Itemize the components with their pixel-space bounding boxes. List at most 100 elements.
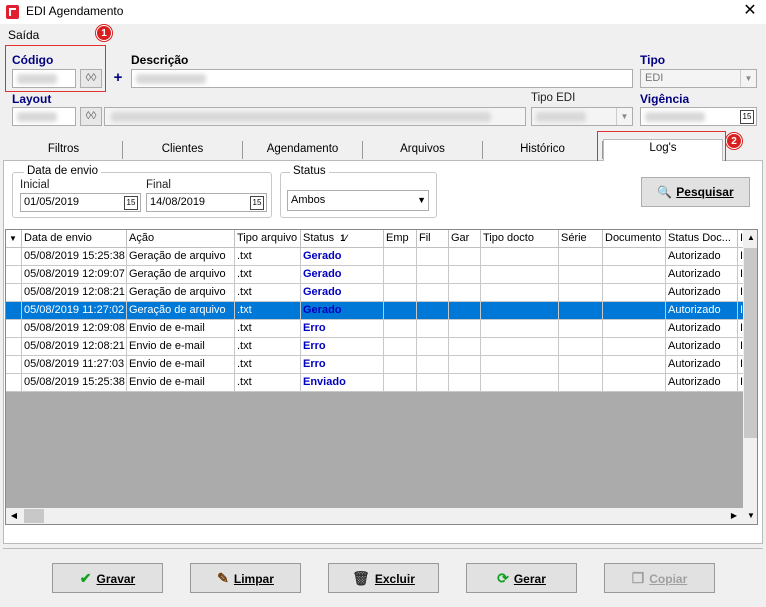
checkmark-icon: ✔ [79,570,92,586]
limpar-button[interactable]: ✎ Limpar [190,563,301,593]
status-select[interactable]: Ambos ▼ [287,190,429,211]
copiar-button[interactable]: ❐ Copiar [604,563,715,593]
cell-serie [559,374,603,392]
final-date-input[interactable]: 14/08/2019 15 [146,193,267,212]
trash-icon: 🗑 [352,570,370,586]
cell-acao: Envio de e-mail [127,338,235,356]
layout-description-field [104,107,526,126]
cell-tipo-docto [481,248,559,266]
column-header-acao[interactable]: Ação [127,230,235,248]
scroll-left-icon[interactable]: ◀ [6,508,22,524]
cell-documento [603,338,666,356]
scroll-thumb[interactable] [744,248,757,438]
cell-gar [449,338,481,356]
gravar-label: Gravar [96,572,136,586]
final-date-value: 14/08/2019 [150,196,206,208]
cell-acao: Geração de arquivo [127,302,235,320]
hscroll-thumb[interactable] [24,509,44,523]
cell-tipo-arquivo: .txt [235,284,301,302]
gravar-button[interactable]: ✔ Gravar [52,563,163,593]
cell-data-de-envio: 05/08/2019 12:08:21 [22,338,127,356]
log-grid[interactable]: ▼ Data de envio Ação Tipo arquivo Status 1∕ Em… [5,229,758,525]
calendar-icon[interactable]: 15 [124,196,138,210]
menu-item-saida[interactable]: Saída [8,28,39,42]
gerar-button[interactable]: ⟳ Gerar [466,563,577,593]
cell-tipo-arquivo: .txt [235,266,301,284]
codigo-field[interactable] [12,69,76,88]
add-button[interactable]: + [108,69,128,88]
cell-data-de-envio: 05/08/2019 11:27:02 [22,302,127,320]
column-header-emp[interactable]: Emp [384,230,417,248]
window-title: EDI Agendamento [26,4,124,18]
column-header-tipo-docto[interactable]: Tipo docto [481,230,559,248]
tab-historico[interactable]: Histórico [483,141,603,159]
cell-acao: Geração de arquivo [127,248,235,266]
badge-2: 2 [726,133,742,149]
cell-status: Gerado [301,284,384,302]
horizontal-scrollbar[interactable]: ◀ ▶ [6,508,743,524]
row-indicator[interactable] [6,338,22,356]
column-header-tipo-arquivo[interactable]: Tipo arquivo [235,230,301,248]
cell-acao: Geração de arquivo [127,284,235,302]
scroll-right-icon[interactable]: ▶ [726,508,742,524]
scroll-down-icon[interactable]: ▼ [743,508,757,524]
row-indicator[interactable] [6,284,22,302]
tipo-select[interactable]: EDI ▼ [640,69,757,88]
tab-agendamento[interactable]: Agendamento [243,141,363,159]
limpar-label: Limpar [233,572,274,586]
layout-field[interactable] [12,107,76,126]
cell-tipo-arquivo: .txt [235,302,301,320]
app-logo-icon [6,5,19,19]
column-header-status-doc[interactable]: Status Doc... [666,230,738,248]
row-indicator[interactable] [6,302,22,320]
cell-documento [603,356,666,374]
close-icon[interactable]: ✕ [740,2,760,22]
cell-acao: Envio de e-mail [127,374,235,392]
row-indicator[interactable] [6,266,22,284]
cell-emp [384,320,417,338]
row-indicator[interactable] [6,356,22,374]
cell-tipo-arquivo: .txt [235,374,301,392]
descricao-field[interactable] [131,69,633,88]
row-indicator[interactable] [6,320,22,338]
refresh-icon: ⟳ [497,570,509,586]
cell-fil [417,320,449,338]
chevron-down-icon: ▼ [616,108,632,125]
calendar-icon[interactable]: 15 [250,196,264,210]
codigo-search-button[interactable]: ◊◊ [80,69,102,88]
column-header-data-de-envio[interactable]: Data de envio [22,230,127,248]
column-header-documento[interactable]: Documento [603,230,666,248]
cell-documento [603,266,666,284]
tipo-value: EDI [645,72,664,84]
copiar-label: Copiar [649,572,688,586]
cell-status-doc: Autorizado [666,266,738,284]
column-header-fil[interactable]: Fil [417,230,449,248]
inicial-date-input[interactable]: 01/05/2019 15 [20,193,141,212]
column-header-serie[interactable]: Série [559,230,603,248]
vigencia-field[interactable]: 15 [640,107,757,126]
tab-filtros[interactable]: Filtros [5,141,123,159]
column-header-gar[interactable]: Gar [449,230,481,248]
cell-acao: Envio de e-mail [127,320,235,338]
cell-status: Erro [301,320,384,338]
calendar-icon[interactable]: 15 [740,110,754,124]
column-header-status[interactable]: Status 1∕ [301,230,384,248]
excluir-button[interactable]: 🗑 Excluir [328,563,439,593]
chevron-down-icon: ▼ [417,195,426,205]
vertical-scrollbar[interactable]: ▲ ▼ [743,230,757,524]
tipo-edi-select[interactable]: ▼ [531,107,633,126]
cell-documento [603,320,666,338]
row-indicator[interactable] [6,374,22,392]
cell-emp [384,338,417,356]
cell-status-doc: Autorizado [666,320,738,338]
cell-tipo-arquivo: .txt [235,320,301,338]
row-indicator[interactable] [6,248,22,266]
scroll-up-icon[interactable]: ▲ [743,230,757,246]
cell-gar [449,284,481,302]
pesquisar-button[interactable]: 🔍 Pesquisar [641,177,750,207]
layout-search-button[interactable]: ◊◊ [80,107,102,126]
cell-status-doc: Autorizado [666,338,738,356]
tab-clientes[interactable]: Clientes [123,141,243,159]
cell-status: Enviado [301,374,384,392]
tab-arquivos[interactable]: Arquivos [363,141,483,159]
